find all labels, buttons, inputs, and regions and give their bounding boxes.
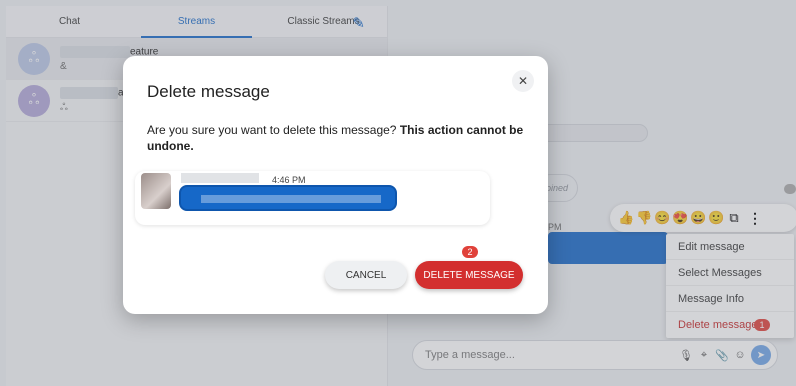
delete-message-button[interactable]: DELETE MESSAGE [415, 261, 523, 289]
dialog-message-text: Are you sure you want to delete this mes… [147, 123, 400, 137]
dialog-title: Delete message [147, 82, 270, 101]
message-preview-card: 4:46 PM [135, 171, 490, 225]
preview-time: 4:46 PM [272, 175, 306, 185]
step-badge: 2 [462, 246, 478, 258]
delete-message-dialog: ✕ Delete message Are you sure you want t… [123, 56, 548, 314]
avatar [141, 173, 171, 209]
cancel-button[interactable]: CANCEL [325, 261, 407, 289]
dialog-message: Are you sure you want to delete this mes… [147, 122, 527, 154]
redacted-sender-name [181, 173, 259, 183]
redacted-message-text [201, 195, 381, 203]
close-icon[interactable]: ✕ [512, 70, 534, 92]
preview-message-bubble [179, 185, 397, 211]
